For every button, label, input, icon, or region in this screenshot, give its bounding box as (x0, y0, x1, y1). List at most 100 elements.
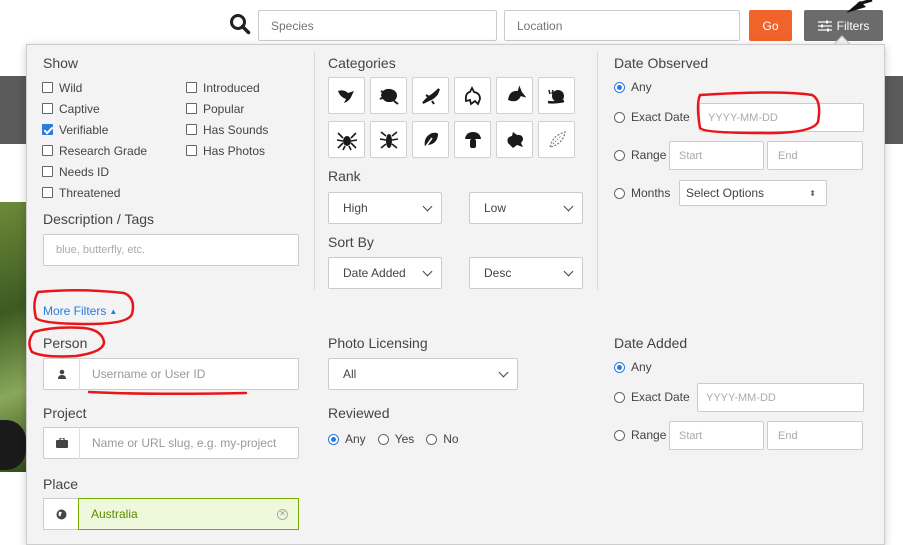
briefcase-icon (44, 427, 80, 459)
description-title: Description / Tags (43, 211, 155, 227)
bird-icon[interactable] (328, 77, 365, 114)
categories-title: Categories (328, 55, 396, 71)
radio-reviewed-yes[interactable] (377, 433, 389, 445)
radio-any[interactable] (614, 81, 625, 93)
checkbox[interactable] (42, 187, 53, 198)
months-select[interactable]: Select Options ⬍ (679, 180, 827, 206)
date-observed-start-input[interactable]: Start (669, 141, 764, 170)
radio-added-any[interactable] (614, 361, 625, 373)
checkbox-label: Has Sounds (203, 122, 269, 137)
checkbox[interactable] (42, 103, 53, 114)
checkbox[interactable] (186, 124, 197, 135)
caret-up-icon: ▲ (109, 306, 118, 316)
project-placeholder: Name or URL slug, e.g. my-project (92, 436, 277, 450)
radio-months[interactable] (614, 187, 625, 199)
unknown-icon[interactable] (538, 121, 575, 158)
show-option-captive[interactable]: Captive (42, 98, 182, 119)
radio-added-range[interactable] (614, 429, 625, 441)
protozoa-icon[interactable] (496, 121, 533, 158)
location-input[interactable] (504, 10, 740, 41)
date-observed-end-input[interactable]: End (767, 141, 863, 170)
more-filters-toggle[interactable]: More Filters ▲ (43, 304, 117, 318)
show-option-introduced[interactable]: Introduced (186, 77, 306, 98)
radio-reviewed-any[interactable] (328, 433, 339, 445)
fish-icon[interactable] (496, 77, 533, 114)
radio-range[interactable] (614, 149, 625, 161)
reviewed-no[interactable]: No (426, 432, 459, 446)
plant-icon[interactable] (412, 121, 449, 158)
date-observed-exact-input[interactable]: YYYY-MM-DD (699, 103, 864, 132)
checkbox[interactable] (42, 124, 53, 135)
reptile-icon[interactable] (412, 77, 449, 114)
clear-icon[interactable]: ✕ (277, 508, 288, 520)
rank-high-select[interactable]: High (328, 192, 442, 224)
sort-field-value: Date Added (343, 266, 406, 280)
amphibian-icon[interactable] (370, 77, 407, 114)
go-button[interactable]: Go (749, 10, 792, 41)
show-option-needs-id[interactable]: Needs ID (42, 161, 182, 182)
species-input[interactable] (258, 10, 497, 41)
date-observed-any-label: Any (631, 80, 652, 94)
date-added-any[interactable]: Any (614, 360, 652, 374)
globe-icon (43, 498, 79, 530)
date-observed-exact[interactable]: Exact Date (614, 110, 690, 124)
date-observed-months-label: Months (631, 186, 671, 200)
reviewed-yes[interactable]: Yes (377, 432, 415, 446)
checkbox[interactable] (42, 166, 53, 177)
rank-low-select[interactable]: Low (469, 192, 583, 224)
radio-reviewed-no[interactable] (426, 433, 438, 445)
checkbox[interactable] (186, 145, 197, 156)
reviewed-yes-label: Yes (394, 432, 415, 446)
search-icon[interactable] (229, 13, 251, 35)
rank-low-value: Low (484, 201, 507, 215)
chevron-down-icon (563, 266, 574, 276)
date-observed-any[interactable]: Any (614, 80, 652, 94)
checkbox[interactable] (42, 82, 53, 93)
reviewed-any[interactable]: Any (328, 432, 366, 446)
show-option-verifiable[interactable]: Verifiable (42, 119, 182, 140)
date-added-end-input[interactable]: End (767, 421, 863, 450)
radio-added-exact[interactable] (614, 391, 625, 403)
show-option-research-grade[interactable]: Research Grade (42, 140, 182, 161)
column-divider (314, 52, 315, 290)
insect-icon[interactable] (370, 121, 407, 158)
annotation-arrow-icon (846, 0, 873, 13)
photo-licensing-title: Photo Licensing (328, 335, 428, 351)
date-added-start-input[interactable]: Start (669, 421, 764, 450)
date-observed-start-placeholder: Start (679, 149, 703, 162)
date-observed-range[interactable]: Range (614, 148, 666, 162)
date-added-range[interactable]: Range (614, 428, 666, 442)
sort-order-select[interactable]: Desc (469, 257, 583, 289)
checkbox-label: Has Photos (203, 143, 266, 158)
description-input[interactable]: blue, butterfly, etc. (43, 234, 299, 266)
show-option-threatened[interactable]: Threatened (42, 182, 182, 203)
fungi-icon[interactable] (454, 121, 491, 158)
radio-exact-date[interactable] (614, 111, 625, 123)
mollusk-icon[interactable] (538, 77, 575, 114)
checkbox[interactable] (42, 145, 53, 156)
project-input[interactable]: Name or URL slug, e.g. my-project (43, 427, 299, 459)
mammal-icon[interactable] (454, 77, 491, 114)
show-title: Show (43, 55, 79, 71)
person-input[interactable]: Username or User ID (43, 358, 299, 390)
place-value: Australia (91, 507, 138, 521)
project-title: Project (43, 405, 87, 421)
updown-icon: ⬍ (809, 188, 816, 198)
date-observed-exact-label: Exact Date (631, 110, 690, 124)
show-option-has-photos[interactable]: Has Photos (186, 140, 306, 161)
spider-icon[interactable] (328, 121, 365, 158)
date-added-exact-input[interactable]: YYYY-MM-DD (697, 383, 864, 412)
reviewed-any-label: Any (345, 432, 366, 446)
date-observed-months[interactable]: Months (614, 186, 670, 200)
show-option-popular[interactable]: Popular (186, 98, 306, 119)
show-option-wild[interactable]: Wild (42, 77, 182, 98)
photo-licensing-select[interactable]: All (328, 358, 518, 390)
place-title: Place (43, 476, 79, 492)
checkbox[interactable] (186, 82, 197, 93)
checkbox[interactable] (186, 103, 197, 114)
place-input[interactable]: Australia ✕ (78, 498, 299, 530)
sort-field-select[interactable]: Date Added (328, 257, 442, 289)
months-select-value: Select Options (686, 186, 765, 200)
show-option-has-sounds[interactable]: Has Sounds (186, 119, 306, 140)
date-added-exact[interactable]: Exact Date (614, 390, 690, 404)
